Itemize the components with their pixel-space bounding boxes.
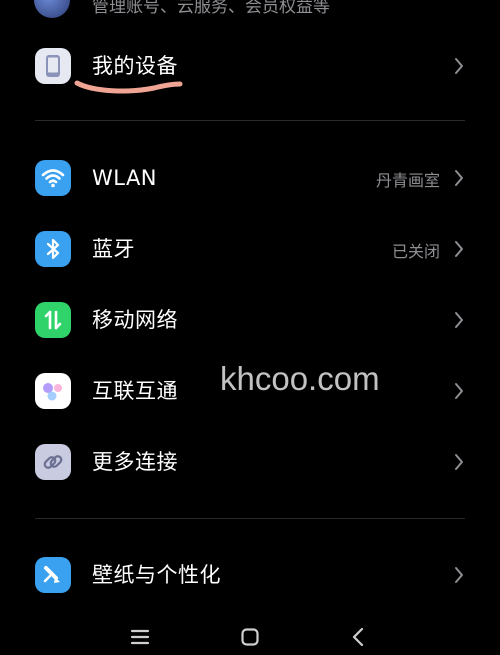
menu-icon[interactable] [128, 625, 152, 649]
interconnect-icon [35, 373, 71, 409]
chevron-right-icon [455, 383, 463, 399]
wifi-icon [35, 160, 71, 196]
bluetooth-icon [35, 231, 71, 267]
wallpaper-brush-icon [35, 557, 71, 593]
home-icon[interactable] [238, 625, 262, 649]
settings-item-wlan[interactable]: WLAN 丹青画室 [0, 148, 500, 208]
chevron-right-icon [455, 567, 463, 583]
chevron-right-icon [455, 241, 463, 257]
chevron-right-icon [455, 170, 463, 186]
divider [35, 120, 465, 121]
settings-item-wallpaper[interactable]: 壁纸与个性化 [0, 545, 500, 605]
link-icon [35, 444, 71, 480]
settings-item-label: 蓝牙 [92, 237, 135, 261]
settings-item-label: 更多连接 [92, 450, 178, 474]
chevron-right-icon [455, 58, 463, 74]
mobile-data-icon [35, 302, 71, 338]
settings-item-label: 移动网络 [92, 308, 178, 332]
avatar [34, 0, 70, 18]
settings-item-label: 壁纸与个性化 [92, 563, 221, 587]
settings-item-bluetooth[interactable]: 蓝牙 已关闭 [0, 219, 500, 279]
wlan-network-name: 丹青画室 [375, 171, 440, 190]
account-header[interactable]: 管理账号、云服务、会员权益等 [0, 0, 500, 18]
settings-item-label: WLAN [92, 166, 158, 190]
settings-item-mobile-network[interactable]: 移动网络 [0, 290, 500, 350]
account-subtitle: 管理账号、云服务、会员权益等 [92, 0, 330, 17]
settings-item-label: 互联互通 [92, 379, 178, 403]
chevron-right-icon [455, 312, 463, 328]
bluetooth-status: 已关闭 [391, 242, 440, 261]
settings-item-more-connections[interactable]: 更多连接 [0, 432, 500, 492]
watermark: khcoo.com [220, 360, 380, 397]
back-icon[interactable] [346, 625, 370, 649]
divider [35, 518, 465, 519]
navigation-bar [0, 615, 500, 655]
handwritten-underline [74, 80, 183, 94]
settings-item-label: 我的设备 [92, 54, 178, 78]
chevron-right-icon [455, 454, 463, 470]
phone-device-icon [35, 48, 71, 84]
